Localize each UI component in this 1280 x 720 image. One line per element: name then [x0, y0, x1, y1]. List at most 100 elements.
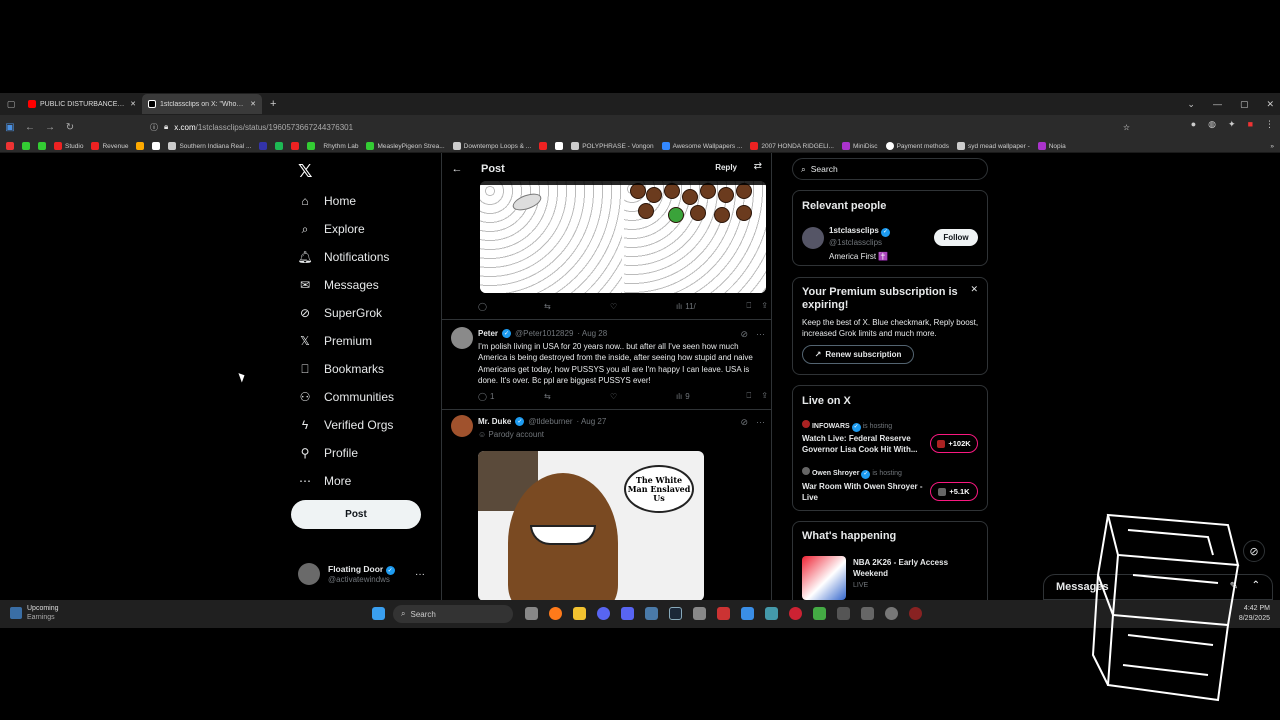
tab-actions-icon[interactable]: ▢ — [0, 99, 22, 110]
bookmarks-overflow-icon[interactable]: » — [1270, 143, 1274, 150]
file-explorer-icon[interactable] — [573, 607, 586, 620]
site-info-icon[interactable]: ⓘ — [150, 122, 158, 133]
expand-drawer-icon[interactable]: ⌃ — [1252, 580, 1260, 591]
task-view-icon[interactable] — [525, 607, 538, 620]
app-icon[interactable] — [813, 607, 826, 620]
bookmark-item[interactable]: MiniDisc — [842, 142, 878, 150]
like-icon[interactable]: ♡ — [610, 301, 676, 311]
nav-messages[interactable]: ✉ Messages — [298, 275, 379, 295]
taskbar-search[interactable]: ⌕ Search — [393, 605, 513, 623]
views-count[interactable]: ılı 11/ — [676, 301, 742, 311]
renew-subscription-button[interactable]: ↗ Renew subscription — [802, 345, 914, 364]
nav-explore[interactable]: ⌕ Explore — [298, 219, 365, 239]
reply-button[interactable]: Reply — [715, 163, 737, 172]
search-input[interactable]: ⌕ Search — [792, 158, 988, 180]
tweet-image[interactable]: The White Man Enslaved Us — [478, 451, 704, 600]
nav-premium[interactable]: 𝕏 Premium — [298, 331, 372, 351]
reload-icon[interactable]: ↻ — [60, 122, 80, 133]
account-more-icon[interactable]: ··· — [415, 569, 425, 580]
app-icon[interactable] — [885, 607, 898, 620]
nav-notifications[interactable]: 🔔︎ Notifications — [297, 247, 389, 267]
app-icon[interactable] — [717, 607, 730, 620]
post-button[interactable]: Post — [291, 500, 421, 529]
nav-bookmarks[interactable]: ⎕ Bookmarks — [298, 359, 384, 379]
nav-more[interactable]: ⋯ More — [298, 471, 351, 491]
widgets-button[interactable]: Upcoming Earnings — [10, 604, 59, 622]
nav-communities[interactable]: ⚇ Communities — [298, 387, 394, 407]
share-icon[interactable]: ⇪ — [761, 391, 768, 401]
repost-icon[interactable]: ⇆ — [544, 301, 610, 311]
bookmark-item[interactable]: Downtempo Loops & ... — [452, 142, 531, 150]
bookmark-item[interactable]: Payment methods — [885, 142, 949, 150]
calculator-icon[interactable] — [741, 607, 754, 620]
nav-supergrok[interactable]: ⊘ SuperGrok — [298, 303, 382, 323]
repost-icon[interactable]: ⇆ — [544, 391, 610, 401]
tab-close-icon[interactable]: ✕ — [130, 100, 136, 108]
like-icon[interactable]: ♡ — [610, 391, 676, 401]
bookmark-item[interactable]: Rhythm Lab — [323, 143, 358, 150]
extension-icon[interactable]: ● — [1191, 119, 1196, 130]
profile-icon[interactable]: ■ — [1248, 119, 1253, 130]
avatar[interactable] — [802, 227, 824, 249]
more-options-icon[interactable]: ··· — [756, 329, 765, 340]
back-icon[interactable]: ← — [20, 122, 40, 133]
bookmark-item[interactable]: Southern Indiana Real ... — [168, 142, 251, 150]
browser-tab-2[interactable]: 1stclassclips on X: "Whose idea ✕ — [142, 94, 262, 114]
share-icon[interactable]: ⇪ — [761, 301, 768, 311]
address-bar[interactable]: ⓘ 🔒︎ x.com/1stclassclips/status/19605736… — [150, 118, 1130, 136]
bookmark-icon[interactable]: ⎕ — [746, 301, 751, 311]
sidebar-toggle-icon[interactable]: ▣ — [0, 122, 20, 133]
bookmark-item[interactable]: MeasleyPigeon Strea... — [366, 142, 445, 150]
maximize-icon[interactable]: ▢ — [1240, 99, 1249, 110]
live-listeners-badge[interactable]: +102K — [930, 434, 978, 453]
bookmark-star-icon[interactable]: ☆ — [1123, 123, 1130, 132]
views-count[interactable]: ılı 9 — [676, 391, 742, 401]
app-icon[interactable] — [789, 607, 802, 620]
close-window-icon[interactable]: ✕ — [1266, 99, 1274, 110]
bookmark-item[interactable]: Awesome Wallpapers ... — [661, 142, 742, 150]
follow-button[interactable]: Follow — [934, 229, 978, 246]
minimize-icon[interactable]: — — [1213, 99, 1222, 109]
nav-verified-orgs[interactable]: ϟ Verified Orgs — [298, 415, 394, 435]
back-arrow-icon[interactable]: ← — [442, 163, 472, 175]
reply-icon[interactable]: ◯ — [478, 301, 544, 311]
x-logo-icon[interactable]: 𝕏 — [298, 161, 313, 182]
nav-profile[interactable]: ⚲ Profile — [298, 443, 358, 463]
app-icon[interactable] — [909, 607, 922, 620]
live-listeners-badge[interactable]: +5.1K — [930, 482, 978, 501]
account-switcher[interactable]: Floating Door ✓ @activatewindws ··· — [298, 563, 433, 585]
browser-menu-icon[interactable]: ⋮ — [1265, 119, 1274, 130]
tab-close-icon[interactable]: ✕ — [250, 100, 256, 108]
bookmark-item[interactable]: Studio — [54, 142, 83, 150]
nav-home[interactable]: ⌂ Home — [298, 191, 356, 211]
close-icon[interactable]: ✕ — [970, 284, 978, 295]
new-tab-icon[interactable]: + — [270, 98, 276, 110]
app-icon[interactable] — [837, 607, 850, 620]
bookmark-item[interactable]: Revenue — [91, 142, 128, 150]
more-options-icon[interactable]: ··· — [756, 417, 765, 428]
app-icon[interactable] — [765, 607, 778, 620]
extensions-puzzle-icon[interactable]: ✦ — [1228, 119, 1236, 130]
steam-icon[interactable] — [669, 607, 682, 620]
tab-list-icon[interactable]: ⌄ — [1187, 99, 1195, 110]
swap-icon[interactable]: ⇄ — [754, 161, 762, 172]
app-icon[interactable] — [693, 607, 706, 620]
bookmark-item[interactable]: 2007 HONDA RIDGELI... — [750, 142, 834, 150]
forward-icon[interactable]: → — [40, 122, 60, 133]
app-icon[interactable] — [597, 607, 610, 620]
reply-count[interactable]: ◯ 1 — [478, 391, 544, 401]
browser-tab-1[interactable]: PUBLIC DISTURBANCE: Man Fre ✕ — [22, 94, 142, 114]
bookmark-icon[interactable]: ⎕ — [746, 391, 751, 401]
firefox-icon[interactable] — [549, 607, 562, 620]
bookmark-item[interactable]: POLYPHRASE - Vongon — [571, 142, 654, 150]
extension-icon[interactable]: ◍ — [1208, 119, 1216, 130]
grok-icon[interactable]: ⊘ — [740, 417, 748, 428]
bookmark-item[interactable]: Nopia — [1037, 142, 1066, 150]
grok-icon[interactable]: ⊘ — [740, 329, 748, 340]
bookmark-item[interactable]: syd mead wallpaper - — [956, 142, 1030, 150]
discord-icon[interactable] — [621, 607, 634, 620]
app-icon[interactable] — [861, 607, 874, 620]
app-icon[interactable] — [645, 607, 658, 620]
post-image[interactable] — [480, 181, 766, 293]
start-icon[interactable] — [372, 607, 385, 620]
